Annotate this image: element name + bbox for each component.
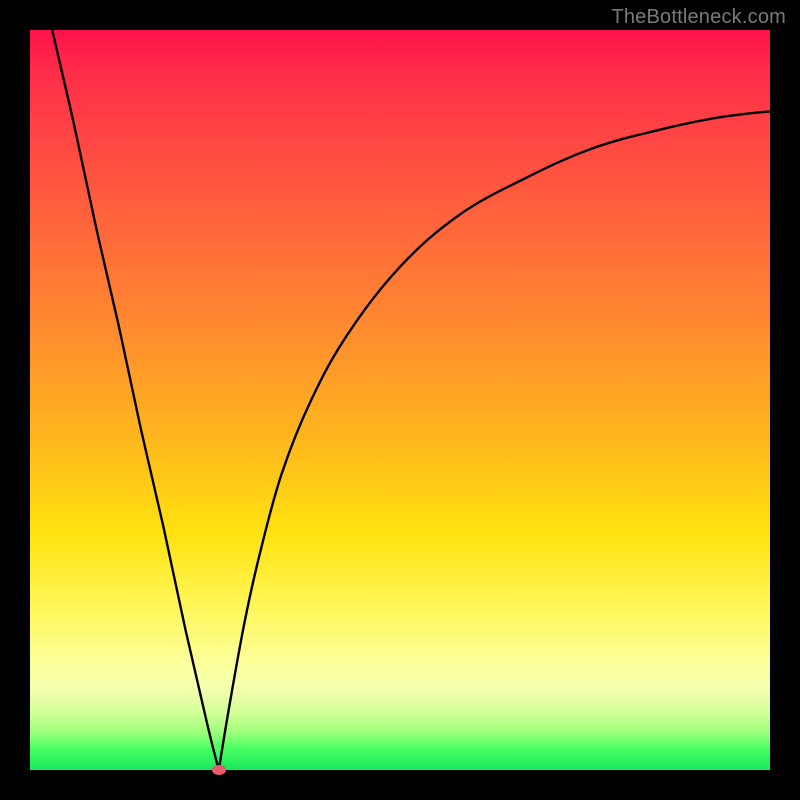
chart-frame: TheBottleneck.com — [0, 0, 800, 800]
plot-area — [30, 30, 770, 770]
minimum-marker — [212, 765, 226, 775]
bottleneck-curve — [30, 30, 770, 770]
watermark-text: TheBottleneck.com — [611, 6, 786, 29]
